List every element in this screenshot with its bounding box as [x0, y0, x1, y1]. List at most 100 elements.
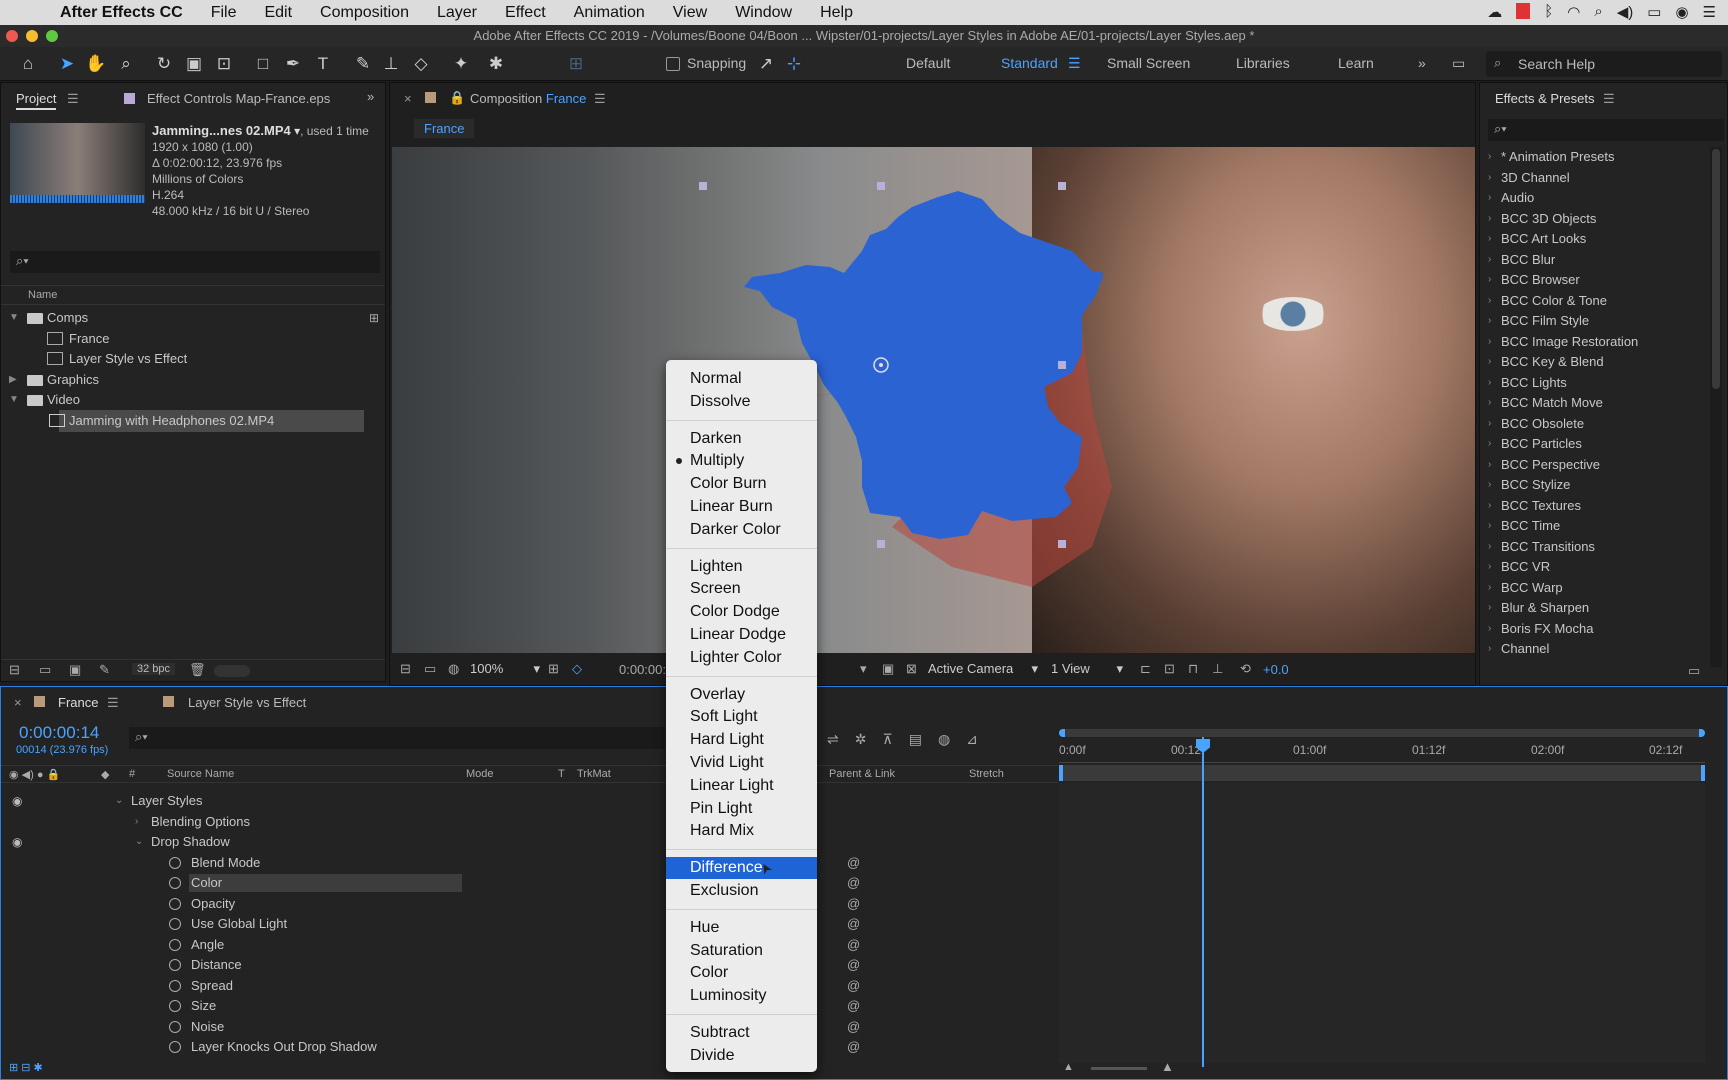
workspace-standard[interactable]: Standard: [1001, 55, 1058, 71]
hand-tool-icon[interactable]: ✋: [85, 53, 107, 75]
column-name[interactable]: Name: [28, 289, 57, 301]
disclosure-triangle-icon[interactable]: ›: [1488, 475, 1491, 495]
disclosure-triangle-icon[interactable]: ›: [1488, 352, 1491, 372]
align-icon[interactable]: ⊞: [565, 53, 587, 75]
zoom-out-icon[interactable]: ▲: [1063, 1061, 1074, 1073]
zoom-in-icon[interactable]: ▲: [1161, 1059, 1174, 1074]
effect-category[interactable]: › BCC Key & Blend: [1480, 352, 1710, 372]
stopwatch-icon[interactable]: [169, 918, 181, 930]
menu-help[interactable]: Help: [806, 0, 867, 25]
label-icon[interactable]: ◆: [101, 768, 109, 781]
disclosure-triangle-icon[interactable]: ›: [1488, 291, 1491, 311]
camera-tool-icon[interactable]: ▣: [183, 53, 205, 75]
project-search-input[interactable]: ⌕▾: [10, 251, 380, 273]
effect-category[interactable]: › BCC VR: [1480, 557, 1710, 577]
transparency-grid-icon[interactable]: ◇: [572, 661, 582, 677]
effects-menu-icon[interactable]: ☰: [1603, 91, 1615, 107]
tab-effect-controls[interactable]: Effect Controls Map-France.eps: [147, 91, 330, 106]
disclosure-triangle-icon[interactable]: ›: [1488, 209, 1491, 229]
bpc-label[interactable]: 32 bpc: [132, 663, 176, 675]
timeline-menu-icon[interactable]: ☰: [107, 695, 119, 711]
blend-mode-saturation[interactable]: Saturation: [690, 940, 763, 962]
selection-tool-icon[interactable]: ➤: [56, 53, 78, 75]
blend-mode-screen[interactable]: Screen: [690, 578, 741, 600]
expression-pickwhip-icon[interactable]: @: [847, 996, 860, 1016]
timeline-property-row[interactable]: Opacity @: [1, 894, 1058, 914]
composition-menu-icon[interactable]: ☰: [594, 91, 606, 107]
rotate-tool-icon[interactable]: ↻: [153, 53, 175, 75]
project-item[interactable]: ▶ Graphics: [1, 369, 366, 391]
draft-3d-icon[interactable]: ⇌: [827, 731, 839, 748]
bluetooth-icon[interactable]: ᛒ: [1544, 3, 1553, 21]
puppet-tool-icon[interactable]: ✱: [485, 53, 507, 75]
blend-mode-multiply[interactable]: Multiply: [690, 450, 744, 472]
more-workspaces-icon[interactable]: »: [1418, 55, 1426, 71]
snapshot-icon[interactable]: ⊟: [400, 661, 411, 677]
blend-mode-dissolve[interactable]: Dissolve: [690, 391, 750, 413]
view-layout-dropdown[interactable]: 1 View ▾: [1051, 661, 1123, 676]
effect-category[interactable]: › BCC Art Looks: [1480, 229, 1710, 249]
blend-mode-vivid-light[interactable]: Vivid Light: [690, 752, 764, 774]
blend-mode-hard-mix[interactable]: Hard Mix: [690, 820, 754, 842]
search-icon[interactable]: ⌕: [1594, 3, 1602, 21]
effects-scrollbar[interactable]: [1710, 147, 1722, 667]
effect-category[interactable]: › 3D Channel: [1480, 168, 1710, 188]
thumbnail-slider[interactable]: [214, 665, 250, 677]
timeline-property-row[interactable]: Spread @: [1, 976, 1058, 996]
expression-pickwhip-icon[interactable]: @: [847, 1017, 860, 1037]
transform-handle[interactable]: [877, 182, 885, 190]
trash-icon[interactable]: 🗑: [189, 662, 206, 678]
effect-category[interactable]: › BCC 3D Objects: [1480, 209, 1710, 229]
disclosure-triangle-icon[interactable]: ⌄: [135, 832, 143, 852]
stopwatch-icon[interactable]: [169, 1041, 181, 1053]
disclosure-triangle-icon[interactable]: ›: [1488, 188, 1491, 208]
timeline-property-row[interactable]: Color @: [1, 873, 1058, 893]
composition-tab-label[interactable]: Composition France: [470, 91, 586, 106]
effect-category[interactable]: › BCC Blur: [1480, 250, 1710, 270]
timeline-track-area[interactable]: [1059, 783, 1705, 1063]
blend-mode-color-burn[interactable]: Color Burn: [690, 473, 766, 495]
column-parent-link[interactable]: Parent & Link: [829, 768, 895, 780]
project-item[interactable]: ▼ Video: [1, 389, 366, 411]
blend-mode-linear-dodge[interactable]: Linear Dodge: [690, 624, 786, 646]
workspace-menu-icon[interactable]: ☰: [1068, 55, 1081, 72]
adjust-icon[interactable]: ✎: [99, 662, 110, 678]
blend-mode-lighter-color[interactable]: Lighter Color: [690, 647, 782, 669]
effect-category[interactable]: › * Animation Presets: [1480, 147, 1710, 167]
menu-edit[interactable]: Edit: [250, 0, 306, 25]
column-source-name[interactable]: Source Name: [167, 768, 234, 780]
zoom-tool-icon[interactable]: ⌕: [115, 53, 137, 75]
timeline-property-row[interactable]: Noise @: [1, 1017, 1058, 1037]
stopwatch-icon[interactable]: [169, 938, 181, 951]
blend-mode-overlay[interactable]: Overlay: [690, 684, 745, 706]
roto-brush-tool-icon[interactable]: ✦: [450, 53, 472, 75]
timeline-property-row[interactable]: Distance @: [1, 955, 1058, 975]
pan-behind-tool-icon[interactable]: ⊡: [213, 53, 235, 75]
brush-tool-icon[interactable]: ✎: [352, 53, 374, 75]
timeline-property-row[interactable]: Use Global Light @: [1, 914, 1058, 934]
disclosure-triangle-icon[interactable]: ▼: [9, 307, 19, 329]
blend-mode-linear-light[interactable]: Linear Light: [690, 775, 774, 797]
stopwatch-icon[interactable]: [169, 1020, 181, 1033]
blend-mode-difference[interactable]: Difference: [690, 857, 763, 879]
blend-mode-exclusion[interactable]: Exclusion: [690, 880, 758, 902]
blend-mode-divide[interactable]: Divide: [690, 1045, 734, 1067]
project-item[interactable]: ▼ Comps: [1, 307, 366, 329]
snapping-checkbox[interactable]: [666, 57, 680, 71]
flowchart-icon[interactable]: ⊥: [1212, 661, 1223, 677]
disclosure-triangle-icon[interactable]: ›: [1488, 434, 1491, 454]
disclosure-triangle-icon[interactable]: ›: [1488, 414, 1491, 434]
new-folder-icon[interactable]: ▭: [39, 662, 51, 678]
region-icon[interactable]: ⊞: [548, 661, 559, 677]
timeline-property-row[interactable]: ◉ ⌄ Layer Styles: [1, 791, 1058, 811]
eraser-tool-icon[interactable]: ◇: [410, 53, 432, 75]
siri-icon[interactable]: ◉: [1675, 3, 1688, 21]
effect-category[interactable]: › BCC Warp: [1480, 578, 1710, 598]
dropdown-arrow-icon[interactable]: ▾: [291, 124, 300, 138]
expand-panel-icon[interactable]: »: [367, 89, 374, 104]
effect-category[interactable]: › BCC Color & Tone: [1480, 291, 1710, 311]
disclosure-triangle-icon[interactable]: ▶: [9, 369, 17, 391]
notification-center-icon[interactable]: ☰: [1703, 3, 1716, 21]
fast-previews-icon[interactable]: ⊡: [1164, 661, 1175, 677]
blend-mode-luminosity[interactable]: Luminosity: [690, 985, 766, 1007]
